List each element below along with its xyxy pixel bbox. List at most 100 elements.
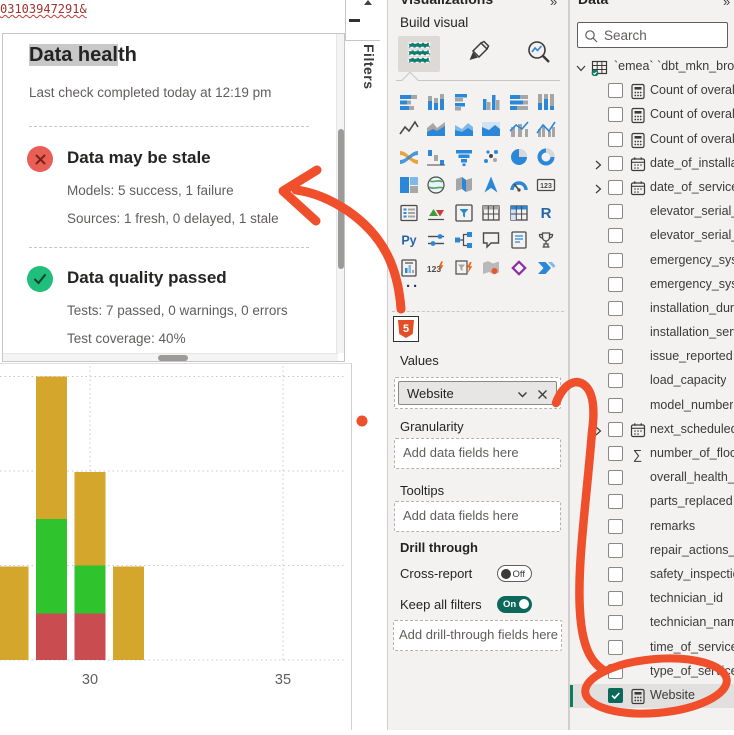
map-icon[interactable] [423,171,450,198]
field-checkbox[interactable] [608,543,623,558]
filters-pane-collapsed[interactable]: Filters [352,0,388,730]
field-row-remarks[interactable]: remarks [570,515,734,539]
gauge-icon[interactable] [505,171,532,198]
smart-narrative-icon[interactable] [505,227,532,254]
remove-field-icon[interactable] [537,388,548,403]
field-row-emergency_syst[interactable]: emergency_syst... [570,273,734,297]
donut-chart-icon[interactable] [533,144,560,171]
collapse-pane-icon[interactable]: » [723,0,730,9]
field-row-elevator_serial_[interactable]: elevator_serial_... [570,200,734,224]
field-row-elevator_serial_[interactable]: elevator_serial_... [570,224,734,248]
stacked-area-chart-icon[interactable] [450,116,477,143]
field-row-website[interactable]: Website [570,684,734,708]
line-stacked-column-chart-icon[interactable] [505,116,532,143]
search-input[interactable] [602,24,722,46]
field-checkbox[interactable] [608,494,623,509]
field-checkbox[interactable] [608,132,623,147]
slicer-icon[interactable] [450,199,477,226]
values-well[interactable]: Website [394,377,561,409]
stacked-bar-chart-icon[interactable] [395,88,422,115]
field-row-installation_dur[interactable]: installation_dur... [570,297,734,321]
scrollbar-thumb[interactable] [158,355,188,361]
field-checkbox[interactable] [608,277,623,292]
field-checkbox[interactable] [608,591,623,606]
chevron-down-icon[interactable] [517,388,528,403]
field-row-repair_actions_t[interactable]: repair_actions_t... [570,539,734,563]
field-pill-website[interactable]: Website [398,381,557,405]
arcgis-map-icon[interactable] [478,255,505,282]
dynamic-slicer-icon[interactable] [450,255,477,282]
field-table-row[interactable]: `emea` `dbt_mkn_bron... [570,55,734,79]
area-chart-icon[interactable] [423,116,450,143]
field-row-issue_reported[interactable]: issue_reported [570,345,734,369]
field-checkbox[interactable] [608,301,623,316]
field-checkbox[interactable] [608,349,623,364]
scrollbar-thumb[interactable] [338,129,344,269]
card-horizontal-scrollbar[interactable] [3,353,338,361]
field-row-model_number[interactable]: model_number [570,394,734,418]
field-row-technician_name[interactable]: technician_name [570,611,734,635]
ribbon-chart-icon[interactable] [395,144,422,171]
minimize-dash-icon[interactable] [349,19,360,22]
clustered-column-chart-icon[interactable] [478,88,505,115]
field-checkbox[interactable] [608,664,623,679]
tab-format-visual[interactable] [458,36,500,72]
field-checkbox[interactable] [608,470,623,485]
field-row-technician_id[interactable]: technician_id [570,587,734,611]
field-checkbox[interactable] [608,373,623,388]
chevron-right-icon[interactable] [592,158,604,176]
field-row-countofoveral[interactable]: Count of overal... [570,128,734,152]
power-apps-icon[interactable] [505,255,532,282]
chevron-down-icon[interactable] [575,61,587,79]
field-row-time_of_service[interactable]: time_of_service [570,636,734,660]
field-row-parts_replaced[interactable]: parts_replaced [570,490,734,514]
qna-icon[interactable] [478,227,505,254]
field-checkbox[interactable] [608,615,623,630]
field-checkbox[interactable] [608,567,623,582]
decomposition-tree-icon[interactable] [450,227,477,254]
scatter-chart-icon[interactable] [478,144,505,171]
field-row-date_of_service[interactable]: date_of_service [570,176,734,200]
scorecard-icon[interactable]: 123 [423,255,450,282]
granularity-well[interactable]: Add data fields here [394,438,561,469]
drill-through-well[interactable]: Add drill-through fields here [393,620,562,651]
clustered-bar-chart-icon[interactable] [450,88,477,115]
field-row-countofoveral[interactable]: Count of overal... [570,79,734,103]
key-influencers-icon[interactable] [423,227,450,254]
power-automate-icon[interactable] [533,255,560,282]
field-checkbox[interactable] [608,253,623,268]
chevron-right-icon[interactable] [592,424,604,442]
field-row-safety_inspectio[interactable]: safety_inspectio... [570,563,734,587]
field-row-installation_serv[interactable]: installation_serv... [570,321,734,345]
stacked-column-chart-icon[interactable] [423,88,450,115]
python-visual-icon[interactable]: Py [395,227,422,254]
stacked-bar-100-chart-icon[interactable] [505,88,532,115]
field-checkbox[interactable] [608,83,623,98]
field-checkbox[interactable] [608,325,623,340]
multi-row-card-icon[interactable] [395,199,422,226]
field-checkbox[interactable] [608,204,623,219]
field-checkbox[interactable] [608,446,623,461]
field-row-countofoveral[interactable]: Count of overal... [570,103,734,127]
field-checkbox[interactable] [608,519,623,534]
field-row-load_capacity[interactable]: load_capacity [570,369,734,393]
pie-chart-icon[interactable] [505,144,532,171]
matrix-icon[interactable] [505,199,532,226]
field-row-emergency_syst[interactable]: emergency_syst... [570,249,734,273]
stacked-area-100-chart-icon[interactable] [478,116,505,143]
metrics-icon[interactable] [533,227,560,254]
caret-up-icon[interactable] [364,0,372,5]
funnel-chart-icon[interactable] [450,144,477,171]
field-row-type_of_service[interactable]: type_of_service [570,660,734,684]
html5-custom-visual-selected[interactable]: 5 [393,316,419,342]
line-chart-icon[interactable] [395,116,422,143]
card-icon[interactable]: 123 [533,171,560,198]
field-checkbox[interactable] [608,156,623,171]
field-checkbox[interactable] [608,107,623,122]
filled-map-icon[interactable] [450,171,477,198]
field-row-overall_health_c[interactable]: overall_health_c... [570,466,734,490]
more-visuals-ellipsis[interactable]: ··· [399,278,420,295]
cross-report-toggle[interactable]: Off [497,565,532,582]
tooltips-well[interactable]: Add data fields here [394,501,561,532]
field-checkbox[interactable] [608,640,623,655]
